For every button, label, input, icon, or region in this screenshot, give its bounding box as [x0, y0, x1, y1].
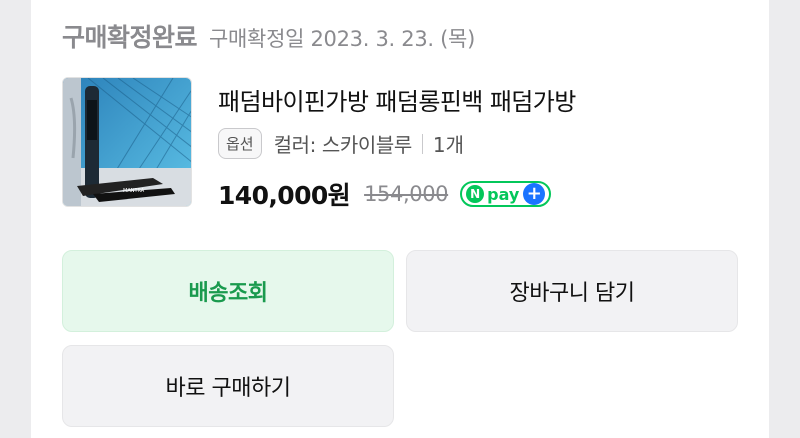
option-value: 컬러: 스카이블루: [273, 133, 413, 157]
npay-label: pay: [487, 184, 520, 204]
order-status-row: 구매확정완료 구매확정일 2023. 3. 23. (목): [62, 18, 475, 54]
npay-badge: N pay +: [460, 181, 552, 207]
buy-now-button[interactable]: 바로 구매하기: [62, 345, 394, 427]
price-row: 140,000원 154,000 N pay +: [218, 176, 552, 212]
option-quantity: 1개: [432, 133, 465, 157]
order-status: 구매확정완료: [62, 23, 198, 52]
track-delivery-button[interactable]: 배송조회: [62, 250, 394, 332]
product-photo-icon: MANTRA: [63, 78, 191, 206]
option-row: 옵션 컬러: 스카이블루 1개: [218, 128, 464, 159]
product-name[interactable]: 패덤바이핀가방 패덤롱핀백 패덤가방: [218, 82, 576, 117]
npay-n-icon: N: [466, 185, 485, 203]
option-divider: [421, 133, 423, 154]
original-price: 154,000: [364, 182, 449, 206]
svg-text:MANTRA: MANTRA: [123, 188, 145, 194]
product-thumbnail[interactable]: MANTRA: [62, 77, 192, 207]
add-to-cart-button[interactable]: 장바구니 담기: [406, 250, 738, 332]
sale-price: 140,000원: [218, 181, 351, 210]
confirm-date: 구매확정일 2023. 3. 23. (목): [209, 27, 475, 51]
npay-plus-icon: +: [523, 183, 546, 205]
option-badge: 옵션: [218, 128, 262, 159]
